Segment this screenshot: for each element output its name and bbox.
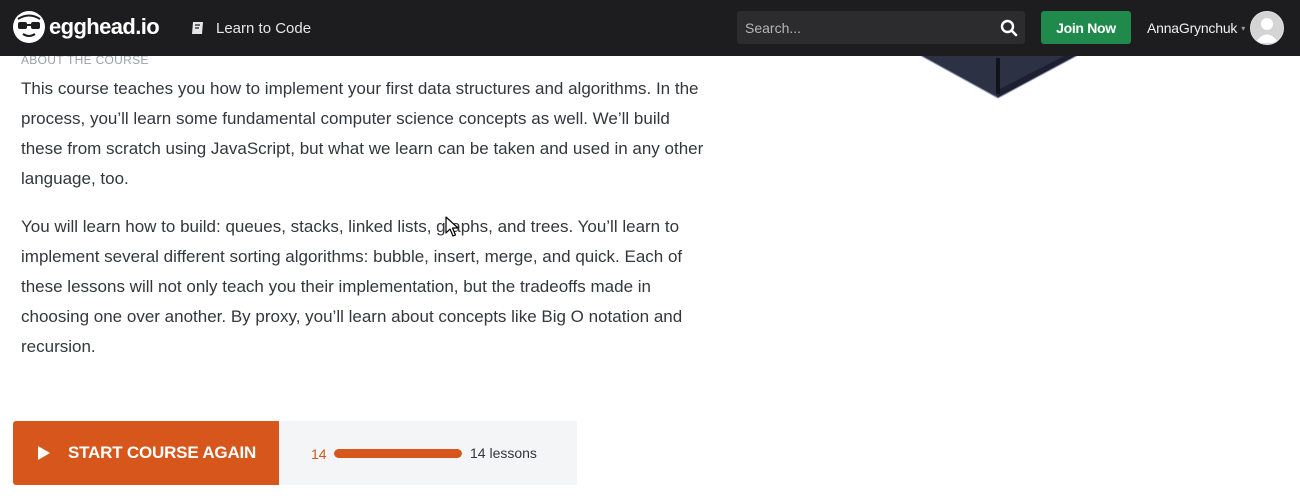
user-menu[interactable]: AnnaGrynchuk ▾ bbox=[1147, 11, 1285, 45]
completed-lessons-count: 14 bbox=[311, 446, 327, 462]
course-topics-paragraph: You will learn how to build: queues, sta… bbox=[21, 217, 683, 356]
logo-egghead-icon bbox=[13, 11, 45, 43]
book-icon bbox=[192, 22, 203, 34]
join-now-button[interactable]: Join Now bbox=[1041, 11, 1131, 44]
nav-learn-to-code[interactable]: Learn to Code bbox=[190, 17, 311, 39]
play-icon bbox=[38, 446, 50, 460]
progress-bar bbox=[334, 449, 462, 458]
username: AnnaGrynchuk bbox=[1147, 20, 1238, 36]
chevron-down-icon: ▾ bbox=[1241, 23, 1246, 33]
search-icon[interactable] bbox=[999, 18, 1019, 38]
search-box bbox=[737, 11, 1025, 44]
egghead-logo[interactable]: egghead.io bbox=[12, 9, 160, 45]
start-course-label: START COURSE AGAIN bbox=[68, 443, 257, 462]
nav-learn-label: Learn to Code bbox=[216, 19, 312, 37]
top-navbar: egghead.io Learn to Code Join Now AnnaGr… bbox=[0, 0, 1300, 56]
avatar-icon bbox=[1251, 12, 1284, 44]
course-artwork-image bbox=[918, 54, 1080, 99]
course-description-paragraph: This course teaches you how to implement… bbox=[21, 79, 704, 188]
logo-text: egghead.io bbox=[49, 14, 160, 39]
avatar[interactable] bbox=[1250, 11, 1285, 45]
start-course-again-button[interactable]: START COURSE AGAIN bbox=[13, 421, 279, 485]
total-lessons-label: 14 lessons bbox=[470, 445, 537, 461]
progress-bar-fill bbox=[334, 449, 462, 458]
course-progress: 14 14 lessons bbox=[279, 421, 577, 485]
search-input[interactable] bbox=[737, 11, 977, 44]
